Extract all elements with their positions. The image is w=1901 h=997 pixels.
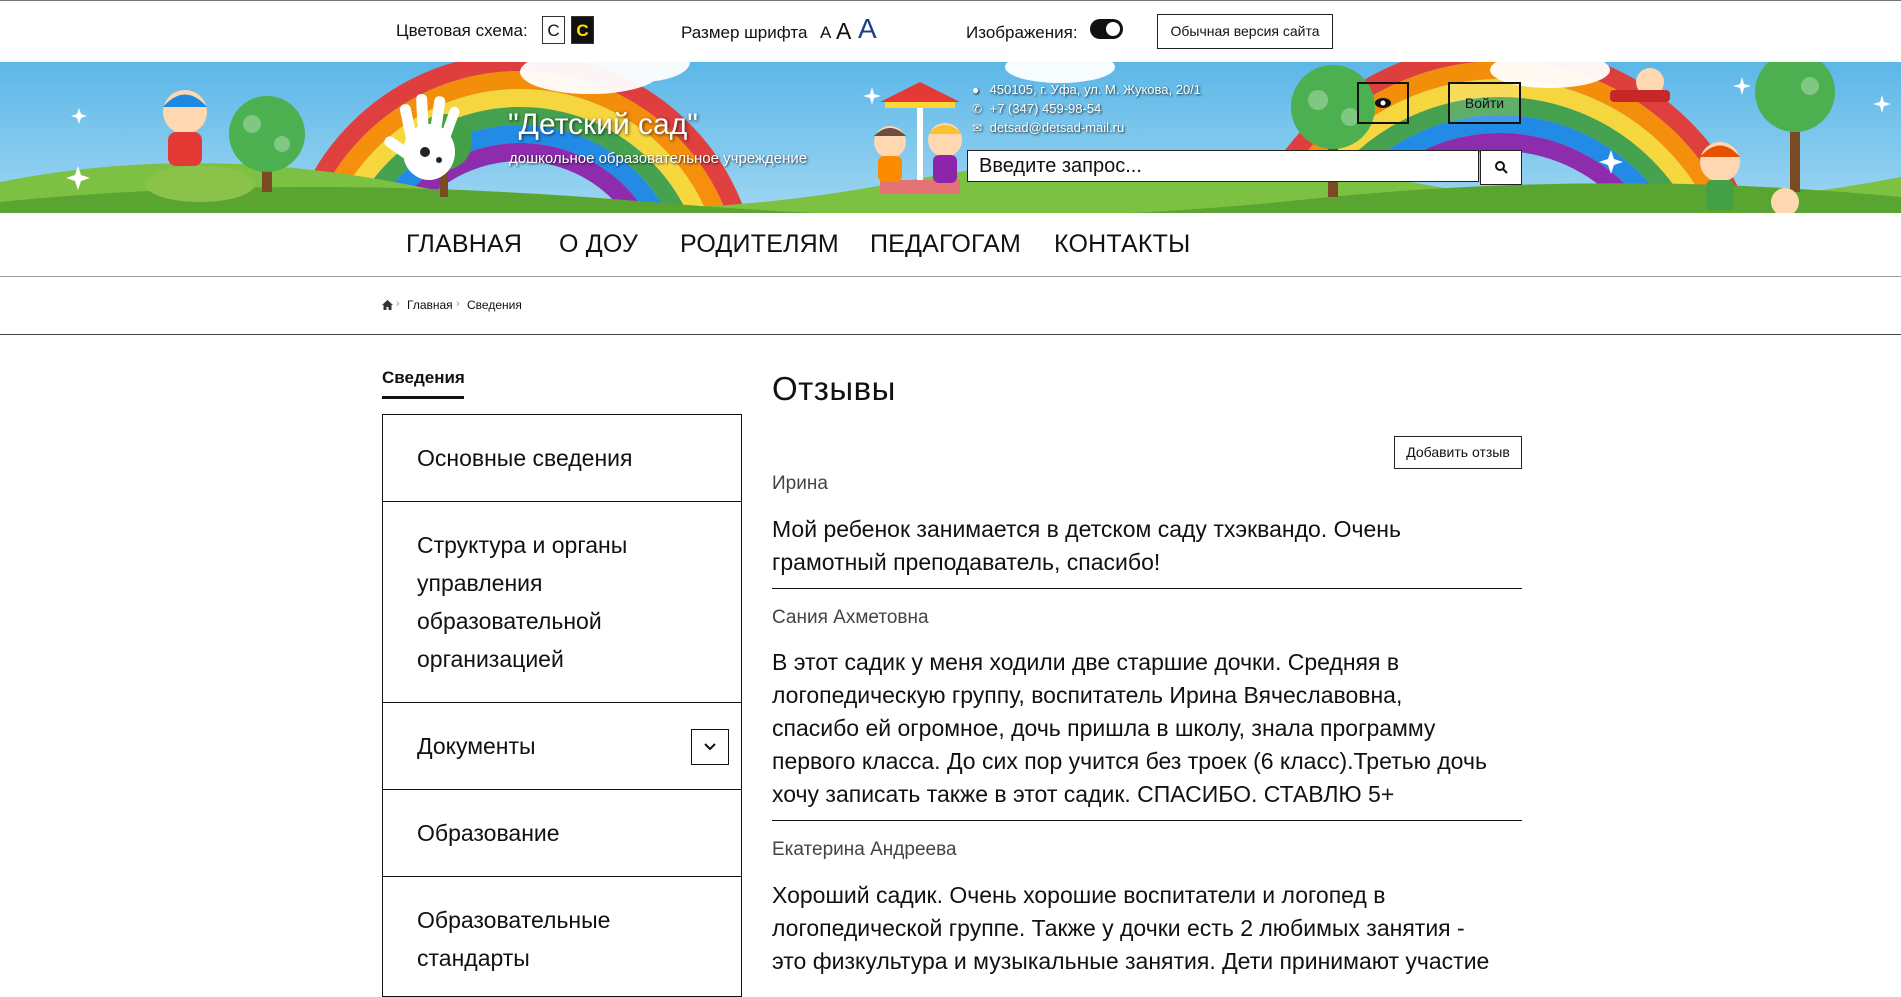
- site-subtitle: дошкольное образовательное учреждение: [509, 150, 808, 167]
- envelope-icon: ✉: [972, 121, 983, 135]
- search-button[interactable]: [1480, 150, 1522, 185]
- nav-item-parents[interactable]: РОДИТЕЛЯМ: [680, 230, 839, 259]
- images-toggle[interactable]: [1090, 19, 1123, 39]
- hand-logo-icon: [384, 93, 460, 180]
- breadcrumb-home-link[interactable]: Главная: [407, 298, 453, 312]
- chevron-down-icon: [704, 743, 716, 751]
- review-text-line: хочу записать также в этот садик. СПАСИБ…: [772, 781, 1395, 807]
- home-icon[interactable]: [382, 300, 393, 310]
- accessibility-bar: Цветовая схема: С С Размер шрифта А А А …: [0, 0, 1901, 63]
- review-author: Сания Ахметовна: [772, 607, 929, 628]
- search-input[interactable]: Введите запрос...: [967, 150, 1479, 182]
- font-size-large-button[interactable]: А: [858, 13, 877, 45]
- review-text-line: Мой ребенок занимается в детском саду тх…: [772, 516, 1401, 542]
- images-label: Изображения:: [966, 23, 1078, 42]
- site-title: "Детский сад": [508, 108, 698, 141]
- eye-icon: [1375, 98, 1391, 108]
- sidebar-item-label: Основные сведения: [417, 445, 633, 471]
- sidebar-item-label: Образовательные стандарты: [417, 907, 611, 971]
- sidebar-item-structure[interactable]: Структура и органы управления образовате…: [383, 502, 741, 703]
- review-text-line: спасибо ей огромное, дочь пришла в школу…: [772, 715, 1436, 741]
- review-author: Ирина: [772, 473, 828, 494]
- breadcrumb-current: Сведения: [467, 298, 522, 312]
- review-text-line: первого класса. До сих пор учится без тр…: [772, 748, 1487, 774]
- nav-item-teachers[interactable]: ПЕДАГОГАМ: [870, 230, 1021, 259]
- review-text-line: Хороший садик. Очень хорошие воспитатели…: [772, 882, 1386, 908]
- sidebar-item-label: Структура и органы управления образовате…: [417, 532, 628, 672]
- review-text-line: логопедическую группу, воспитатель Ирина…: [772, 682, 1403, 708]
- color-scheme-dark-button[interactable]: С: [571, 16, 594, 44]
- color-scheme-light-button[interactable]: С: [542, 16, 565, 44]
- nav-item-about[interactable]: О ДОУ: [559, 230, 638, 259]
- review-text: Хороший садик. Очень хорошие воспитатели…: [772, 879, 1524, 978]
- sidebar-item-education[interactable]: Образование: [383, 790, 741, 877]
- review-divider: [772, 588, 1522, 589]
- phone-icon: ✆: [972, 102, 983, 116]
- phone-text[interactable]: +7 (347) 459-98-54: [990, 101, 1102, 116]
- review-text-line: это физкультура и музыкальные занятия. Д…: [772, 948, 1490, 974]
- map-pin-icon: ●: [972, 83, 980, 97]
- sidebar-menu: Основные сведения Структура и органы упр…: [382, 414, 742, 997]
- font-size-small-button[interactable]: А: [820, 23, 831, 43]
- review-author: Екатерина Андреева: [772, 839, 957, 860]
- sidebar-item-documents[interactable]: Документы: [383, 703, 741, 790]
- login-button[interactable]: Войти: [1448, 82, 1521, 124]
- sidebar-item-label: Образование: [417, 820, 560, 846]
- sidebar-title-underline: [382, 396, 464, 399]
- color-scheme-label: Цветовая схема:: [396, 21, 528, 40]
- nav-item-contacts[interactable]: КОНТАКТЫ: [1054, 230, 1190, 259]
- phone-line: ✆ +7 (347) 459-98-54: [972, 101, 1101, 116]
- review-text: Мой ребенок занимается в детском саду тх…: [772, 513, 1524, 579]
- breadcrumb: › Главная › Сведения: [0, 277, 1901, 335]
- review-text-line: В этот садик у меня ходили две старшие д…: [772, 649, 1400, 675]
- review-text-line: грамотный преподаватель, спасибо!: [772, 549, 1161, 575]
- add-review-button[interactable]: Добавить отзыв: [1394, 436, 1522, 469]
- nav-item-home[interactable]: ГЛАВНАЯ: [406, 230, 522, 259]
- email-text[interactable]: detsad@detsad-mail.ru: [990, 120, 1125, 135]
- page-title: Отзывы: [772, 370, 896, 407]
- review-divider: [772, 820, 1522, 821]
- toggle-knob: [1106, 22, 1120, 36]
- address-text: 450105, г. Уфа, ул. М. Жукова, 20/1: [989, 82, 1202, 97]
- font-size-label: Размер шрифта: [681, 23, 808, 42]
- sidebar-item-label: Документы: [417, 733, 536, 759]
- review-text-line: логопедической группе. Также у дочки ест…: [772, 915, 1465, 941]
- sidebar-item-basic-info[interactable]: Основные сведения: [383, 415, 741, 502]
- breadcrumb-separator-icon: ›: [456, 298, 460, 310]
- breadcrumb-separator-icon: ›: [396, 298, 400, 310]
- font-size-medium-button[interactable]: А: [836, 18, 851, 45]
- review-text: В этот садик у меня ходили две старшие д…: [772, 646, 1524, 811]
- header-banner: "Детский сад" дошкольное образовательное…: [0, 62, 1901, 213]
- sidebar-item-standards[interactable]: Образовательные стандарты: [383, 877, 741, 997]
- normal-version-button[interactable]: Обычная версия сайта: [1157, 14, 1333, 49]
- address-line: ● 450105, г. Уфа, ул. М. Жукова, 20/1: [972, 82, 1201, 97]
- email-line: ✉ detsad@detsad-mail.ru: [972, 120, 1124, 135]
- documents-expand-button[interactable]: [691, 729, 729, 765]
- sidebar-title: Сведения: [382, 368, 465, 387]
- main-nav: ГЛАВНАЯ О ДОУ РОДИТЕЛЯМ ПЕДАГОГАМ КОНТАК…: [0, 213, 1901, 277]
- accessibility-version-button[interactable]: [1357, 82, 1409, 124]
- search-icon: [1495, 161, 1508, 174]
